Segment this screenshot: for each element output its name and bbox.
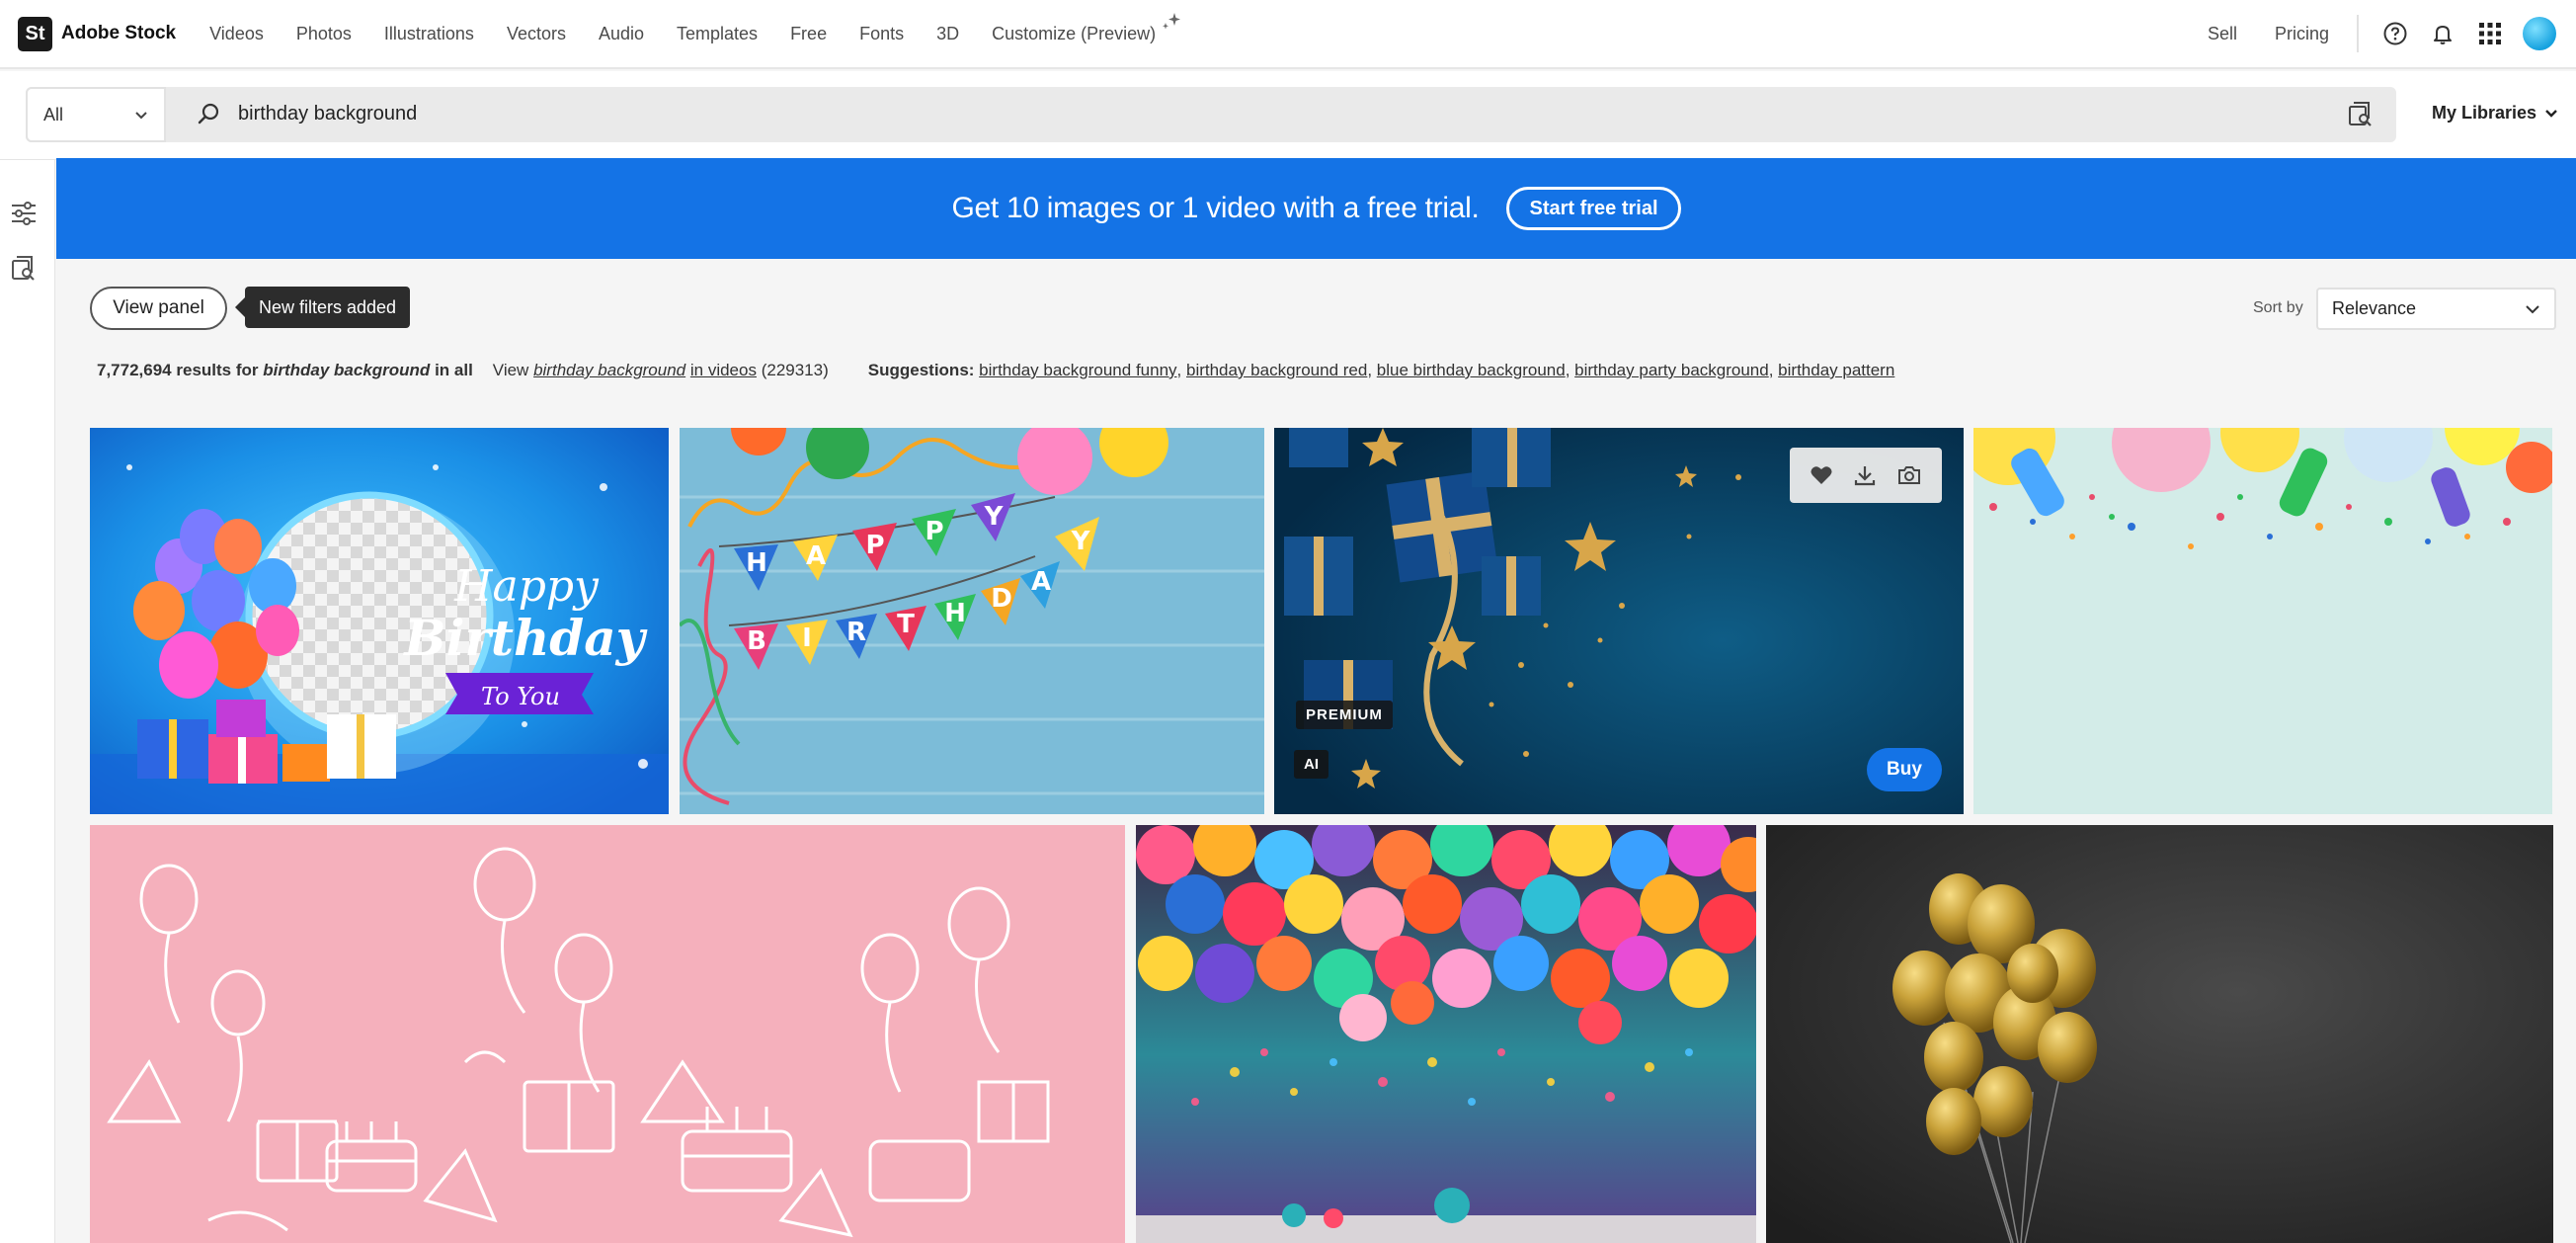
tile-text-to-you: To You [481, 683, 560, 710]
bunting-letter: A [1031, 567, 1051, 597]
heart-icon[interactable] [1810, 464, 1833, 486]
nav-photos[interactable]: Photos [296, 24, 352, 44]
bunting-letter: P [925, 517, 943, 546]
nav-divider [2357, 15, 2359, 52]
nav-free[interactable]: Free [790, 24, 827, 44]
image-tile[interactable] [1973, 428, 2552, 814]
chevron-down-icon [2544, 103, 2558, 124]
chevron-down-icon [2525, 298, 2540, 319]
bunting-letter: T [897, 610, 915, 639]
image-tile-hovered[interactable]: PREMIUM AI Buy [1274, 428, 1964, 814]
nav-sell[interactable]: Sell [2208, 24, 2237, 44]
bunting-letter: D [991, 584, 1012, 614]
free-trial-banner: Get 10 images or 1 video with a free tri… [56, 158, 2576, 259]
bunting-letter: H [944, 599, 966, 628]
tile-image-gold-balloons [1766, 825, 2553, 1243]
bunting-letter: Y [984, 502, 1005, 532]
nav-fonts[interactable]: Fonts [859, 24, 904, 44]
hover-actions [1790, 448, 1942, 503]
results-summary: 7,772,694 results for birthday backgroun… [97, 361, 1895, 380]
left-rail [0, 160, 55, 1243]
sort-by-label: Sort by [2253, 299, 2303, 316]
adobe-stock-logo[interactable]: St Adobe Stock [18, 16, 177, 51]
results-query: birthday background [263, 361, 431, 379]
in-videos-link[interactable]: in videos [690, 361, 757, 380]
tile-image-pink-line-art [90, 825, 1125, 1243]
top-nav: St Adobe Stock Videos Photos Illustratio… [0, 0, 2576, 69]
suggestion-link[interactable]: blue birthday background [1377, 361, 1566, 380]
sparkle-icon [1161, 11, 1182, 39]
suggestion-link[interactable]: birthday background red [1186, 361, 1367, 380]
tile-image-balloons-ceiling [1136, 825, 1756, 1243]
bunting-letter: A [806, 541, 826, 571]
start-free-trial-button[interactable]: Start free trial [1506, 187, 1681, 230]
tile-image-bunting-wood: H A P P Y B I R T H D A Y [680, 428, 1264, 814]
bunting-letter: Y [1071, 527, 1091, 556]
view-label: View [492, 361, 529, 379]
sort-by-select[interactable]: Relevance [2316, 288, 2556, 330]
image-tile[interactable] [1766, 825, 2553, 1243]
image-tile[interactable]: H A P P Y B I R T H D A Y [680, 428, 1264, 814]
visual-search-rail-icon[interactable] [10, 255, 38, 288]
search-input[interactable]: birthday background [238, 103, 417, 125]
nav-3d[interactable]: 3D [936, 24, 959, 44]
visual-search-icon[interactable] [2347, 101, 2375, 133]
results-count: 7,772,694 [97, 361, 172, 379]
nav-links: Videos Photos Illustrations Vectors Audi… [209, 24, 1188, 44]
suggestion-link[interactable]: birthday background funny [979, 361, 1176, 380]
search-row: All birthday background My Libraries [0, 71, 2576, 160]
search-icon [196, 101, 221, 131]
nav-pricing[interactable]: Pricing [2275, 24, 2329, 44]
nav-customize[interactable]: Customize (Preview) [992, 24, 1156, 44]
nav-videos[interactable]: Videos [209, 24, 264, 44]
tile-image-confetti-mint [1973, 428, 2552, 814]
image-tile[interactable]: Happy Birthday To You [90, 428, 669, 814]
nav-right: Sell Pricing [2208, 0, 2576, 67]
video-count: (229313) [761, 361, 829, 379]
bunting-letter: P [865, 531, 884, 560]
tile-text-birthday: Birthday [402, 609, 647, 667]
logo-badge: St [18, 16, 52, 51]
nav-audio[interactable]: Audio [599, 24, 644, 44]
my-libraries-label: My Libraries [2432, 103, 2537, 123]
tile-image-blue-birthday-frame: Happy Birthday To You [90, 428, 669, 814]
suggestion-link[interactable]: birthday party background [1574, 361, 1769, 380]
my-libraries-menu[interactable]: My Libraries [2432, 103, 2558, 124]
camera-icon[interactable] [1896, 464, 1922, 486]
premium-badge: PREMIUM [1296, 701, 1393, 729]
nav-templates[interactable]: Templates [677, 24, 758, 44]
banner-text: Get 10 images or 1 video with a free tri… [951, 192, 1480, 224]
bunting-letter: R [846, 618, 866, 647]
image-tile[interactable] [1136, 825, 1756, 1243]
results-for-label: results for [176, 361, 259, 379]
bunting-letter: I [802, 623, 812, 653]
tile-text-happy: Happy [453, 561, 600, 612]
search-box: All birthday background [26, 87, 2396, 142]
video-results-link[interactable]: birthday background [533, 361, 685, 379]
search-scope-select[interactable]: All [26, 87, 166, 142]
image-tile[interactable] [90, 825, 1125, 1243]
nav-vectors[interactable]: Vectors [507, 24, 566, 44]
new-filters-tooltip: New filters added [234, 287, 411, 328]
apps-grid-icon[interactable] [2475, 19, 2505, 48]
nav-illustrations[interactable]: Illustrations [384, 24, 474, 44]
help-icon[interactable] [2380, 19, 2410, 48]
chevron-down-icon [134, 105, 148, 125]
sort-by-value: Relevance [2332, 298, 2417, 318]
bunting-letter: H [746, 548, 767, 578]
logo-text: Adobe Stock [61, 23, 177, 43]
bell-icon[interactable] [2428, 19, 2457, 48]
suggestions-label: Suggestions: [867, 361, 975, 379]
buy-button[interactable]: Buy [1867, 748, 1942, 791]
filters-icon[interactable] [10, 200, 38, 232]
download-icon[interactable] [1853, 463, 1877, 487]
bunting-letter: B [747, 626, 766, 656]
suggestion-link[interactable]: birthday pattern [1778, 361, 1894, 380]
search-scope-value: All [43, 104, 64, 124]
results-in-all: in all [435, 361, 473, 379]
avatar[interactable] [2523, 17, 2556, 50]
ai-badge: AI [1294, 750, 1328, 779]
view-panel-button[interactable]: View panel [90, 287, 227, 330]
